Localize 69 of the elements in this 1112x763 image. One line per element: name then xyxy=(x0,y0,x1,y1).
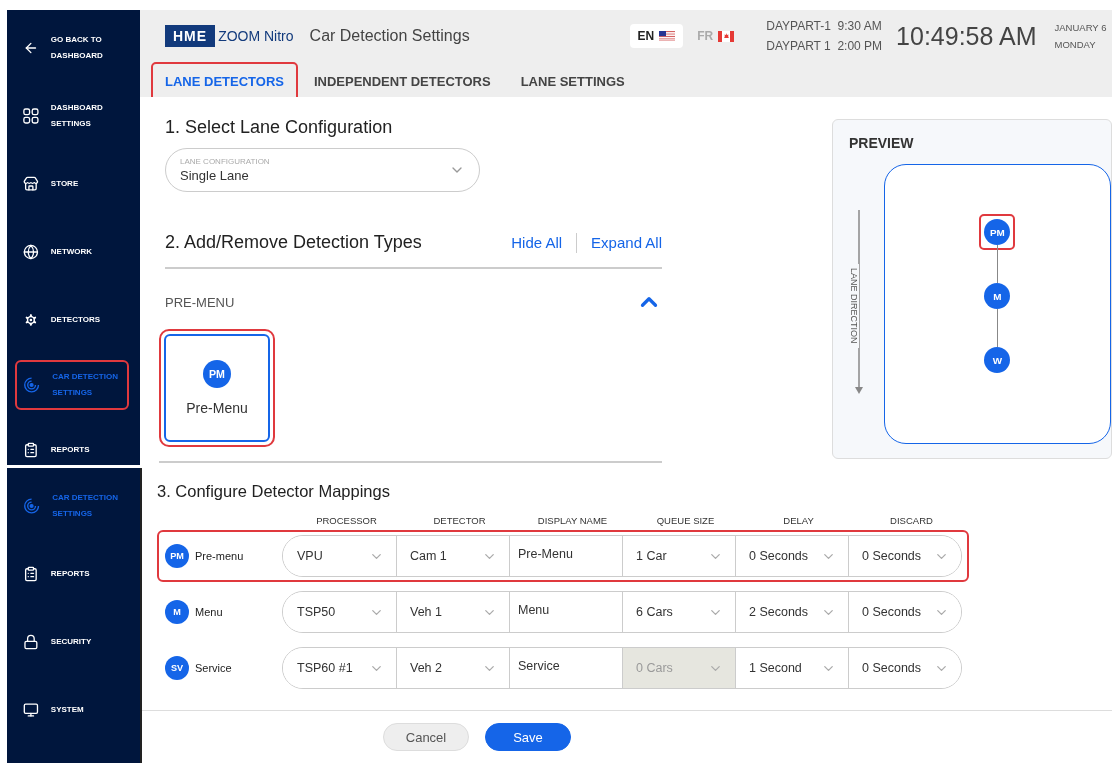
row-label: Menu xyxy=(195,606,223,618)
lane-direction-label: LANE DIRECTION xyxy=(849,264,859,348)
lock-icon xyxy=(23,633,39,651)
daypart-text: DAYPART-1 9:30 AM xyxy=(766,19,883,33)
sidebar-item[interactable]: CAR DETECTION SETTINGS xyxy=(15,360,129,410)
connector-line xyxy=(996,245,999,283)
globe-icon xyxy=(23,243,39,261)
tab[interactable]: LANE SETTINGS xyxy=(518,64,627,101)
clipboard-icon xyxy=(23,565,39,583)
hide-all-link[interactable]: Hide All xyxy=(511,234,563,251)
cancel-button[interactable]: Cancel xyxy=(383,723,469,751)
sidebar-item[interactable]: SECURITY xyxy=(15,608,129,676)
connector-line xyxy=(996,309,999,347)
field-label: LANE CONFIGURATION xyxy=(180,157,270,166)
daypart-text: DAYPART 1 2:00 PM xyxy=(766,39,883,53)
save-button[interactable]: Save xyxy=(485,723,571,751)
column-header: PROCESSOR xyxy=(315,515,378,526)
tab[interactable]: INDEPENDENT DETECTORS xyxy=(311,64,493,101)
sidebar-item[interactable]: REPORTS xyxy=(15,416,129,465)
field-value: Single Lane xyxy=(180,168,250,183)
sidebar-item[interactable]: STORE xyxy=(15,150,129,218)
detector-node: W xyxy=(984,347,1011,373)
detection-card[interactable]: PM Pre-Menu xyxy=(164,334,270,442)
clipboard-icon xyxy=(23,441,39,459)
weekday-text: MONDAY xyxy=(1054,39,1097,50)
settings-icon xyxy=(23,311,39,329)
detector-badge: PM xyxy=(165,544,189,568)
detector-badge: PM xyxy=(203,360,231,388)
section-heading: 3. Configure Detector Mappings xyxy=(157,482,391,501)
column-header: DELAY xyxy=(782,515,815,526)
clock-text: 10:49:58 AM xyxy=(896,21,1037,51)
column-header: DETECTOR xyxy=(432,515,487,526)
sidebar-item[interactable]: CAR DETECTION SETTINGS xyxy=(15,472,129,540)
column-header: DISPLAY NAME xyxy=(536,515,609,526)
radar-icon xyxy=(23,496,41,516)
dropdown-field[interactable]: 0 Seconds xyxy=(848,592,961,632)
detector-node: M xyxy=(984,283,1011,309)
card-label: Pre-Menu xyxy=(186,400,248,416)
sidebar-item[interactable]: NETWORK xyxy=(15,218,129,286)
sidebar-item[interactable]: DASHBOARD SETTINGS xyxy=(15,82,129,150)
page-title: Car Detection Settings xyxy=(309,27,471,45)
column-header: DISCARD xyxy=(889,515,934,526)
dropdown-field[interactable]: 0 Seconds xyxy=(848,536,961,576)
store-icon xyxy=(23,175,39,193)
row-label: Service xyxy=(195,662,232,674)
flag-icon xyxy=(659,30,676,42)
logo-mark: HME xyxy=(165,25,216,47)
expand-all-link[interactable]: Expand All xyxy=(591,234,662,251)
radar-icon xyxy=(23,375,41,395)
section-heading: 2. Add/Remove Detection Types xyxy=(165,232,422,253)
dropdown-field[interactable]: 0 Seconds xyxy=(848,648,961,688)
group-title: PRE-MENU xyxy=(165,294,235,310)
sidebar-item[interactable]: GO BACK TO DASHBOARD xyxy=(15,14,129,82)
section-heading: 1. Select Lane Configuration xyxy=(165,117,394,138)
language-button[interactable]: EN xyxy=(629,24,684,48)
logo-text: ZOOM Nitro xyxy=(218,28,294,44)
flag-icon xyxy=(718,30,735,42)
monitor-icon xyxy=(23,701,39,719)
sidebar-item[interactable]: SYSTEM xyxy=(15,676,129,744)
detector-node: PM xyxy=(984,219,1011,245)
detector-badge: SV xyxy=(165,656,189,680)
sidebar-item[interactable]: DETECTORS xyxy=(15,286,129,354)
date-text: JANUARY 6 xyxy=(1054,22,1107,33)
grid-icon xyxy=(23,107,39,125)
column-header: QUEUE SIZE xyxy=(655,515,716,526)
preview-title: PREVIEW xyxy=(849,135,914,151)
detector-badge: M xyxy=(165,600,189,624)
sidebar-item[interactable]: REPORTS xyxy=(15,540,129,608)
row-label: Pre-menu xyxy=(195,550,244,562)
